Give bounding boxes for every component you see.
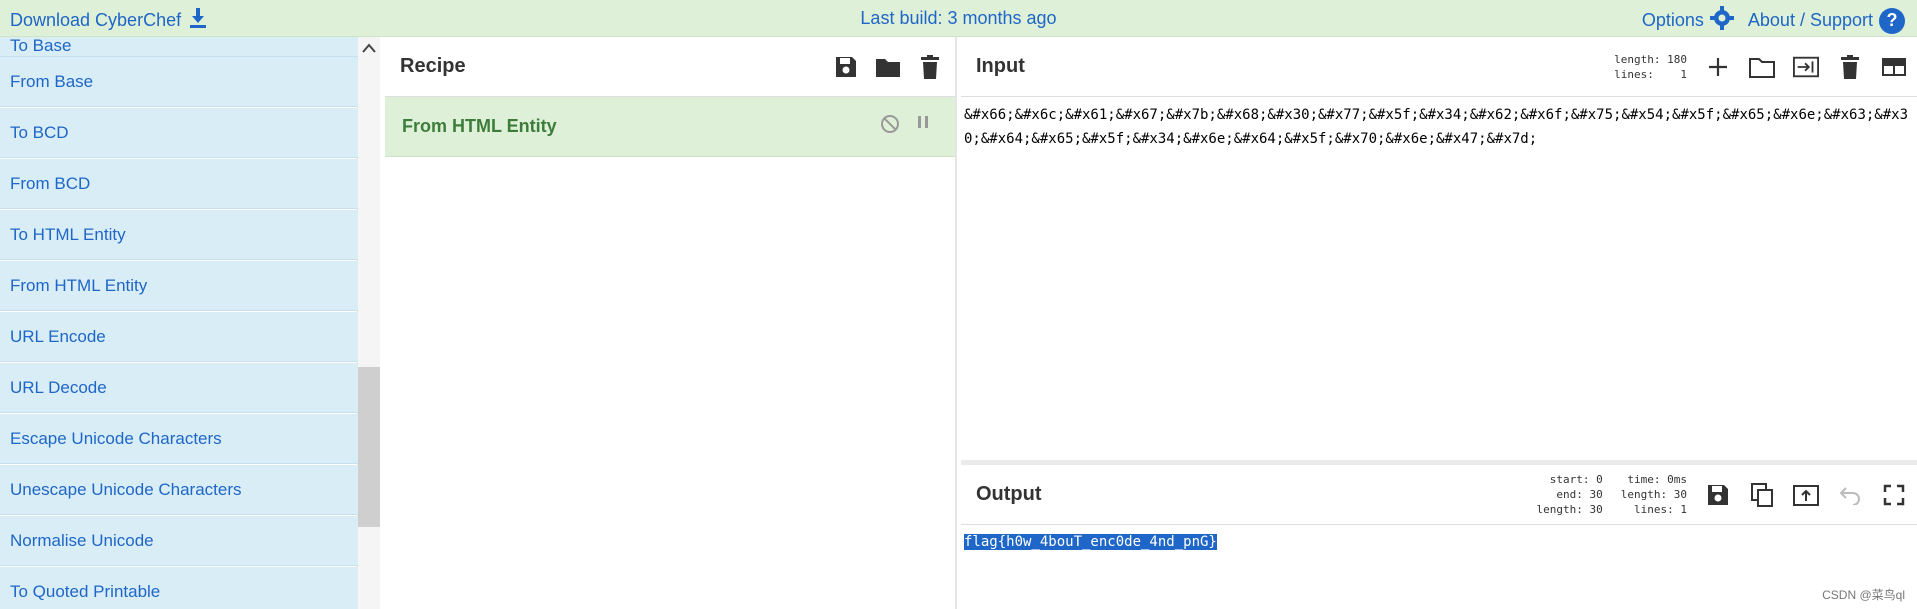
list-item[interactable]: From BCD <box>0 159 358 209</box>
list-item[interactable]: Normalise Unicode <box>0 516 358 566</box>
recipe-panel: Recipe From HTML Entity <box>385 37 957 609</box>
recipe-title: Recipe <box>400 55 466 77</box>
download-link[interactable]: Download CyberChef <box>10 8 207 33</box>
folder-icon[interactable] <box>875 54 901 80</box>
maximize-icon[interactable] <box>1881 482 1907 508</box>
input-textarea[interactable]: &#x66;&#x6c;&#x61;&#x67;&#x7b;&#x68;&#x3… <box>961 97 1917 157</box>
about-label: About / Support <box>1747 10 1873 30</box>
list-item[interactable]: Unescape Unicode Characters <box>0 465 358 515</box>
layout-icon[interactable] <box>1881 54 1907 80</box>
recipe-operation-name: From HTML Entity <box>402 116 557 136</box>
list-item[interactable]: From HTML Entity <box>0 261 358 311</box>
copy-icon[interactable] <box>1749 482 1775 508</box>
top-banner: Download CyberChef Last build: 3 months … <box>0 0 1917 37</box>
options-label: Options <box>1641 10 1704 30</box>
watermark: CSDN @菜鸟ql <box>1822 588 1905 602</box>
build-info: Last build: 3 months ago <box>860 8 1057 28</box>
list-item[interactable]: URL Encode <box>0 312 358 362</box>
list-item[interactable]: To Base <box>0 37 358 57</box>
recipe-operation[interactable]: From HTML Entity <box>385 97 955 157</box>
load-file-icon[interactable] <box>1793 54 1819 80</box>
list-item[interactable]: URL Decode <box>0 363 358 413</box>
save-icon[interactable] <box>833 54 859 80</box>
list-item[interactable]: From Base <box>0 57 358 107</box>
gear-icon <box>1709 6 1734 35</box>
operations-panel: To Base From Base To BCD From BCD To HTM… <box>0 37 358 609</box>
output-textarea[interactable]: flag{h0w_4bouT_enc0de_4nd_pnG} <box>961 525 1917 559</box>
output-header: Output start: 0 time: 0ms end: 30 length… <box>961 465 1917 525</box>
input-title: Input <box>976 55 1025 77</box>
operations-list: To Base From Base To BCD From BCD To HTM… <box>0 37 358 609</box>
list-item[interactable]: To BCD <box>0 108 358 158</box>
about-support-button[interactable]: About / Support ? <box>1747 7 1905 34</box>
output-selected-text: flag{h0w_4bouT_enc0de_4nd_pnG} <box>964 534 1217 550</box>
open-folder-icon[interactable] <box>1749 54 1775 80</box>
recipe-header: Recipe <box>385 37 955 97</box>
output-stats: start: 0 time: 0ms end: 30 length: 30 le… <box>1536 473 1687 516</box>
output-panel: Output start: 0 time: 0ms end: 30 length… <box>961 465 1917 609</box>
scroll-up-icon[interactable] <box>362 40 376 56</box>
download-label: Download CyberChef <box>10 10 182 30</box>
input-stats: length: 180 lines: 1 <box>1614 52 1687 81</box>
output-title: Output <box>976 483 1042 505</box>
disable-icon[interactable] <box>880 114 900 139</box>
plus-icon[interactable] <box>1705 54 1731 80</box>
download-icon <box>189 8 207 33</box>
list-item[interactable]: To HTML Entity <box>0 210 358 260</box>
help-icon: ? <box>1879 7 1905 34</box>
replace-input-icon[interactable] <box>1793 482 1819 508</box>
input-panel: Input length: 180 lines: 1 &#x66;&#x6c;&… <box>961 37 1917 464</box>
options-button[interactable]: Options <box>1642 6 1734 35</box>
undo-icon[interactable] <box>1837 482 1863 508</box>
input-header: Input length: 180 lines: 1 <box>961 37 1917 97</box>
pause-icon[interactable] <box>916 114 930 139</box>
list-item[interactable]: Escape Unicode Characters <box>0 414 358 464</box>
list-item[interactable]: To Quoted Printable <box>0 567 358 609</box>
save-output-icon[interactable] <box>1705 482 1731 508</box>
scrollbar-thumb[interactable] <box>358 367 380 527</box>
clear-input-icon[interactable] <box>1837 54 1863 80</box>
trash-icon[interactable] <box>917 54 943 80</box>
